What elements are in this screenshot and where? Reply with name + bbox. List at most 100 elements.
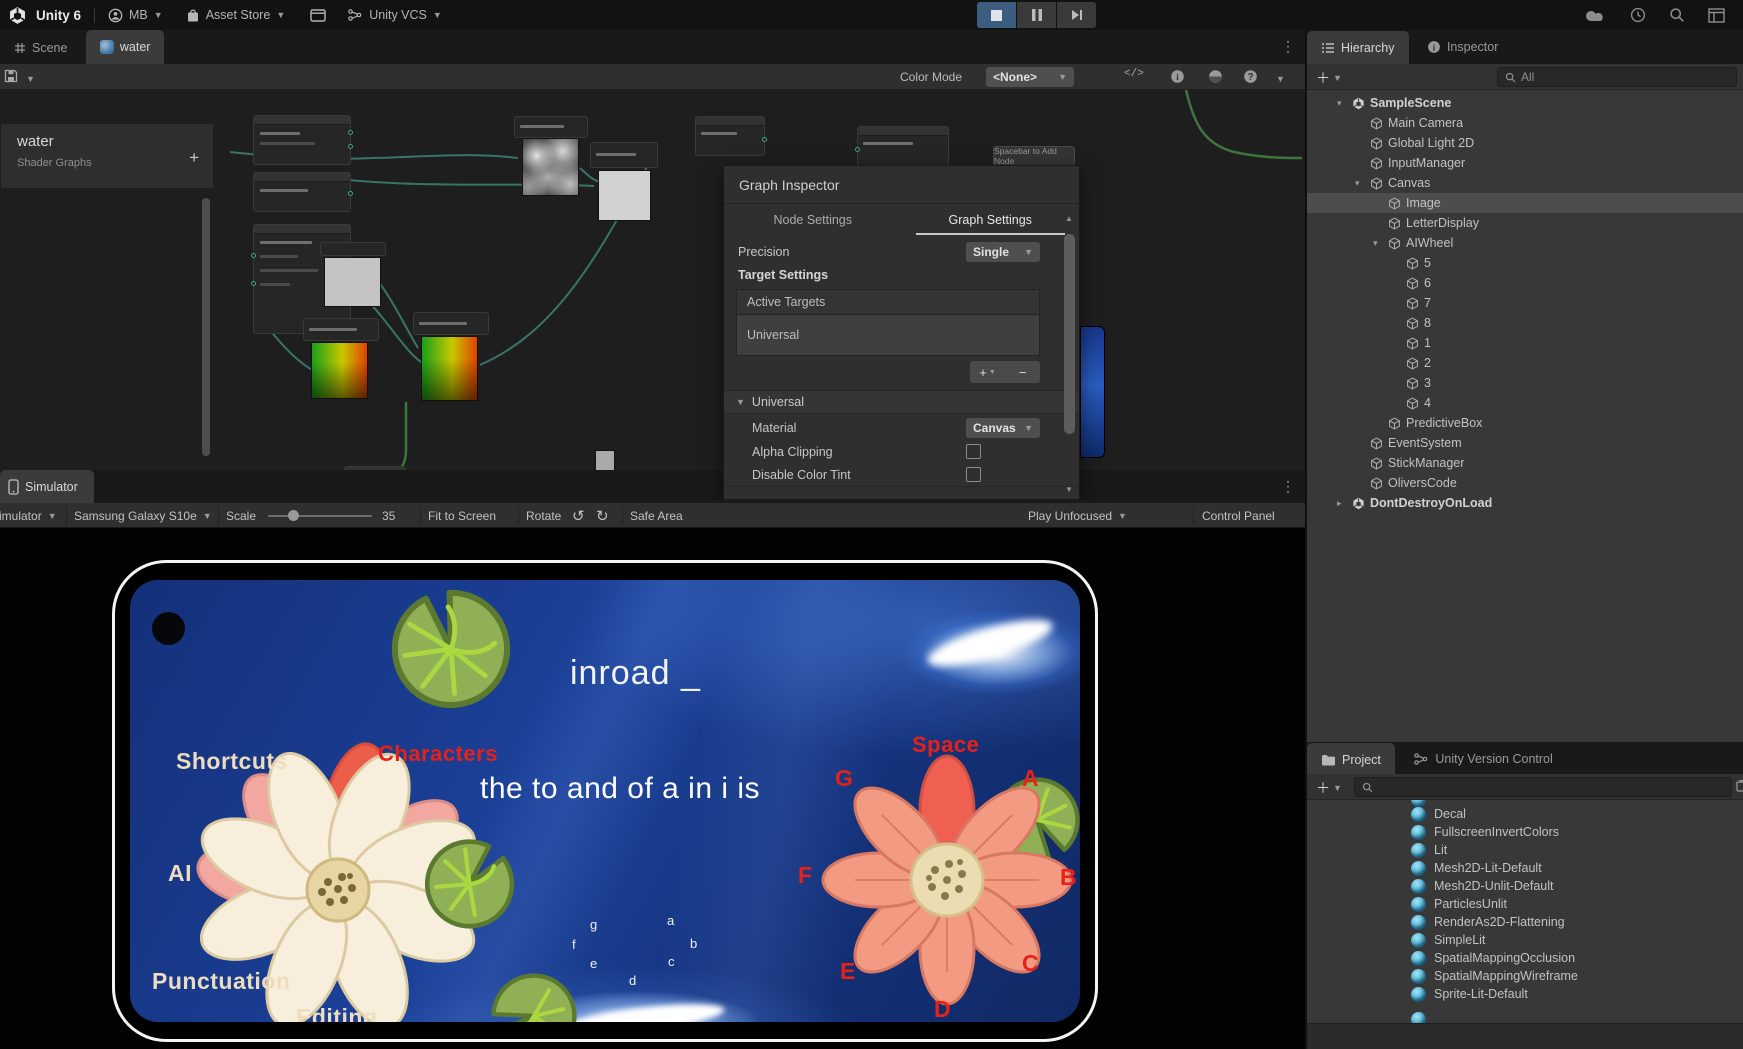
hierarchy-row[interactable]: ▾ AIWheel [1307,233,1743,253]
play-unfocused-dropdown[interactable]: Play Unfocused ▼ [1028,503,1127,527]
hierarchy-row[interactable]: ▾ SampleScene [1307,93,1743,113]
blackboard-add-button[interactable]: + [189,148,199,168]
simulator-dropdown[interactable]: Simulator▼ [0,503,57,527]
save-dropdown-arrow[interactable]: ▼ [26,71,35,85]
tab-water[interactable]: water [85,30,165,64]
save-icon[interactable] [4,69,18,83]
project-asset-row[interactable]: FullscreenInvertColors [1307,823,1743,841]
hierarchy-row[interactable]: ▾ Canvas [1307,173,1743,193]
hierarchy-row[interactable]: 5 [1307,253,1743,273]
foldout-arrow-icon[interactable]: ▸ [1337,498,1352,509]
remove-target-button[interactable]: − [1005,361,1040,383]
cloud-icon[interactable] [1585,8,1607,22]
hierarchy-row[interactable]: ▸ DontDestroyOnLoad [1307,493,1743,513]
safe-area-button[interactable]: Safe Area [630,503,683,527]
rotate-cw-icon[interactable]: ↻ [596,503,609,527]
scroll-up-icon[interactable]: ▲ [1065,214,1073,223]
tab-node-settings[interactable]: Node Settings [724,204,902,235]
project-asset-row[interactable]: SimpleLit [1307,931,1743,949]
fit-to-screen-button[interactable]: Fit to Screen [428,503,496,527]
hierarchy-row[interactable]: 1 [1307,333,1743,353]
tab-graph-settings[interactable]: Graph Settings [902,204,1080,235]
inspector-scrollbar[interactable]: ▲ ▼ [1063,212,1076,494]
project-asset-row[interactable]: Mesh2D-Unlit-Default [1307,877,1743,895]
material-dropdown[interactable]: Canvas ▼ [966,418,1040,438]
shader-node-header[interactable] [303,318,379,341]
tray-icon[interactable] [310,8,326,22]
hierarchy-search-input[interactable]: All [1497,67,1737,87]
rotate-ccw-icon[interactable]: ↺ [572,503,585,527]
tab-project[interactable]: Project [1307,743,1395,777]
asset-store-menu[interactable]: Asset Store ▼ [186,8,285,23]
shader-node-header[interactable] [320,242,386,256]
hierarchy-row[interactable]: 7 [1307,293,1743,313]
shader-node-header[interactable] [590,142,658,168]
scale-slider-thumb[interactable] [288,510,299,521]
shader-node-header[interactable] [514,116,588,138]
floating-letter[interactable]: a [667,913,674,928]
floating-letter[interactable]: d [629,973,636,988]
hierarchy-row[interactable]: 4 [1307,393,1743,413]
project-asset-row[interactable]: SpatialMappingWireframe [1307,967,1743,985]
add-object-button[interactable]: ＋ ▼ [1316,68,1342,88]
hierarchy-row[interactable]: 3 [1307,373,1743,393]
flower-letter[interactable]: A [1022,765,1039,792]
disable-color-tint-checkbox[interactable] [966,467,981,482]
tab-simulator[interactable]: Simulator [0,470,94,504]
hierarchy-row[interactable]: 8 [1307,313,1743,333]
shader-node-header[interactable] [413,312,489,335]
stop-button[interactable] [977,2,1016,28]
step-button[interactable] [1057,2,1096,28]
pause-button[interactable] [1017,2,1056,28]
kebab-menu-icon[interactable]: ⋮ [1280,478,1296,495]
hidden-assets-icon[interactable] [1736,779,1743,793]
control-panel-button[interactable]: Control Panel [1202,503,1275,527]
universal-foldout[interactable]: ▼ Universal [724,390,1079,414]
search-icon[interactable] [1669,7,1685,23]
blackboard-scrollbar[interactable] [202,198,210,456]
tab-hierarchy[interactable]: Hierarchy [1307,31,1409,65]
floating-letter[interactable]: f [572,937,576,952]
hierarchy-row[interactable]: Main Camera [1307,113,1743,133]
tab-scene[interactable]: Scene [0,31,81,65]
scale-slider[interactable] [268,515,372,517]
add-asset-button[interactable]: ＋ ▼ [1316,778,1342,798]
tab-inspector[interactable]: i Inspector [1413,30,1512,64]
flower-letter[interactable]: B [1060,864,1077,891]
hierarchy-row[interactable]: EventSystem [1307,433,1743,453]
account-menu[interactable]: MB ▼ [108,8,163,23]
color-mode-dropdown[interactable]: <None> ▼ [986,67,1074,87]
project-asset-row[interactable]: Sprite-Lit-Default [1307,985,1743,1003]
hierarchy-row[interactable]: StickManager [1307,453,1743,473]
foldout-arrow-icon[interactable]: ▾ [1337,98,1352,109]
kebab-menu-icon[interactable]: ⋮ [1280,38,1296,55]
project-search-input[interactable] [1354,777,1732,797]
add-target-button[interactable]: + ▼ [970,361,1005,383]
floating-letter[interactable]: e [590,956,597,971]
floating-letter[interactable]: c [668,954,675,969]
hierarchy-row[interactable]: 2 [1307,353,1743,373]
hierarchy-row[interactable]: PredictiveBox [1307,413,1743,433]
floating-letter[interactable]: g [590,917,597,932]
unity-vcs-menu[interactable]: Unity VCS ▼ [347,8,442,22]
code-view-icon[interactable]: </> [1124,68,1144,80]
project-asset-row[interactable]: Mesh2D-Lit-Default [1307,859,1743,877]
alpha-clipping-checkbox[interactable] [966,444,981,459]
blackboard[interactable]: water Shader Graphs + [0,123,214,189]
info-icon[interactable]: i [1170,69,1185,84]
flower-letter[interactable]: D [934,996,951,1022]
hierarchy-row[interactable]: InputManager [1307,153,1743,173]
floating-letter[interactable]: b [690,936,697,951]
precision-dropdown[interactable]: Single ▼ [966,241,1040,262]
help-icon[interactable]: ? [1243,69,1258,84]
hierarchy-row[interactable]: Image [1307,193,1743,213]
hierarchy-row[interactable]: Global Light 2D [1307,133,1743,153]
toolbar-dropdown-arrow[interactable]: ▼ [1276,71,1285,85]
shader-node[interactable] [695,116,767,156]
flower-letter[interactable]: F [798,862,812,889]
project-asset-row[interactable]: RenderAs2D-Flattening [1307,913,1743,931]
game-screen[interactable]: inroad _ the to and of a in i is Shortcu… [130,580,1080,1022]
target-row-universal[interactable]: Universal [737,315,1039,355]
hierarchy-row[interactable]: OliversCode [1307,473,1743,493]
shader-node[interactable] [855,126,949,166]
